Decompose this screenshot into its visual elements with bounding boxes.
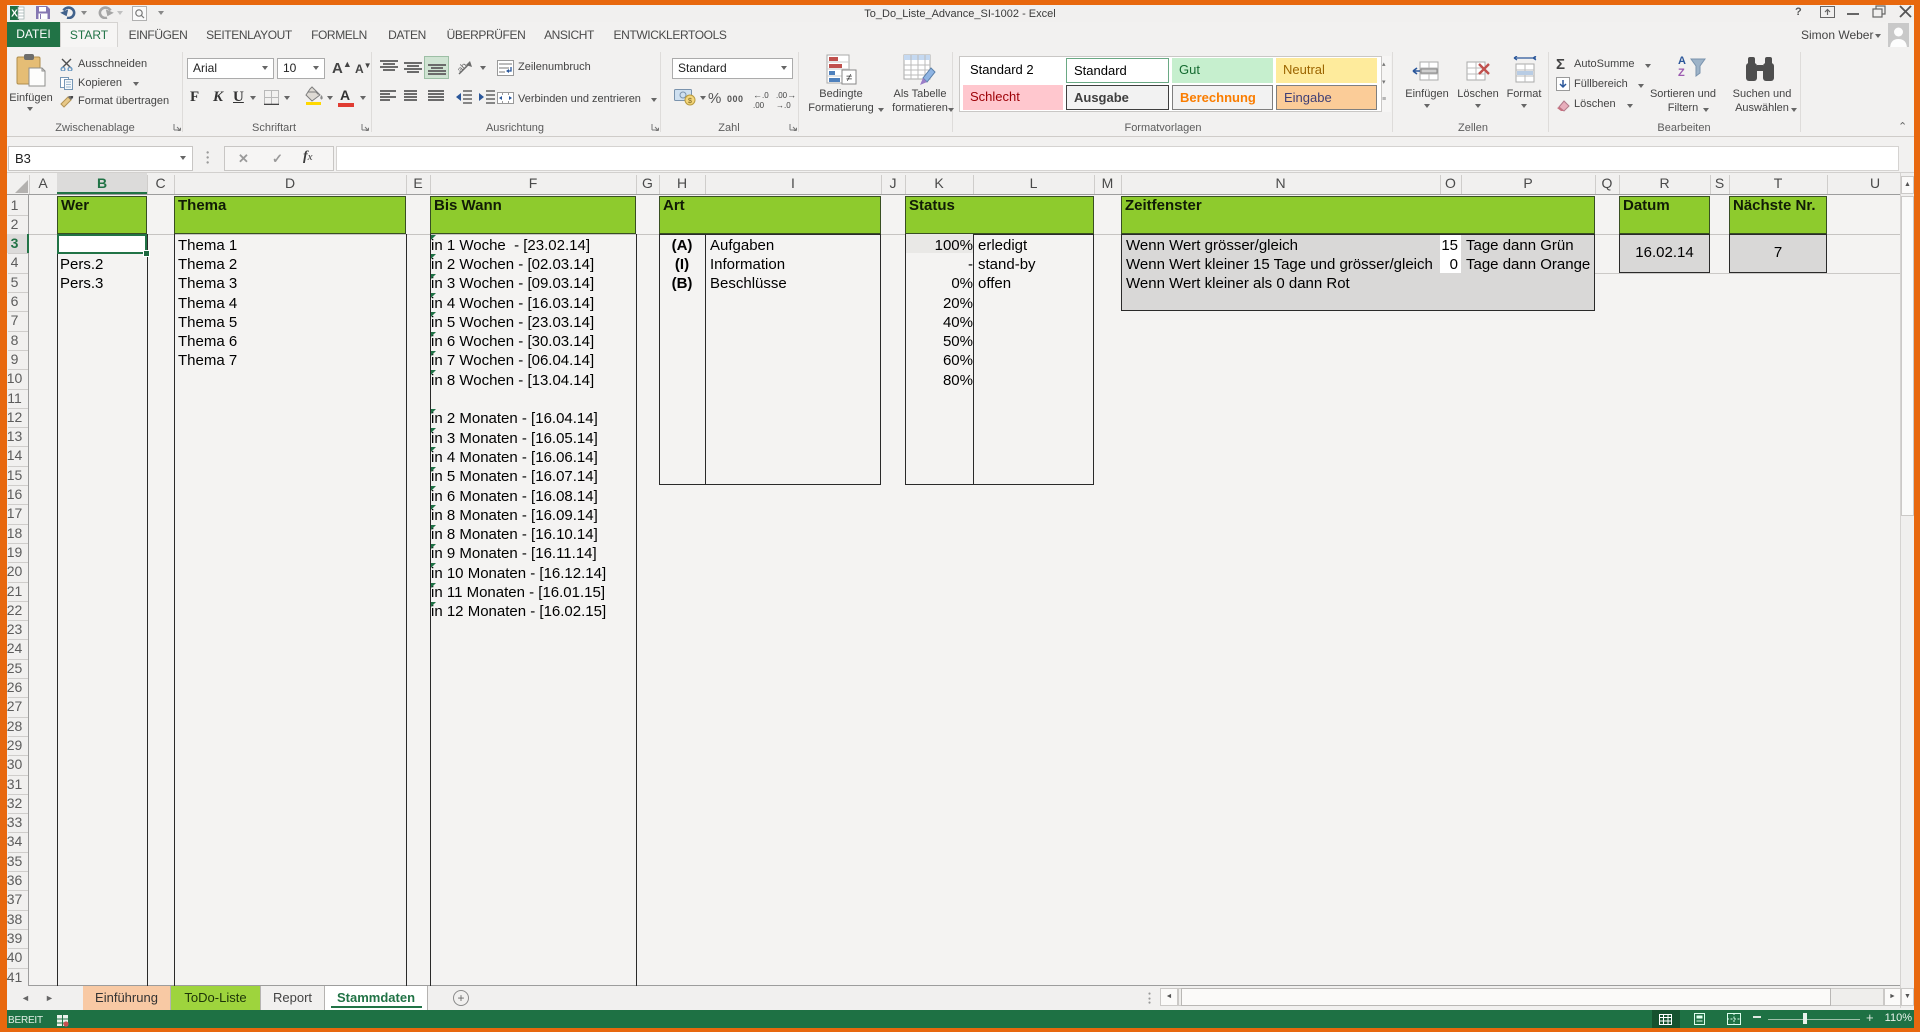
svg-text:≠: ≠	[846, 72, 852, 84]
svg-text:ab: ab	[456, 61, 469, 75]
svg-text:X: X	[11, 9, 18, 20]
svg-text:$: $	[688, 98, 692, 105]
